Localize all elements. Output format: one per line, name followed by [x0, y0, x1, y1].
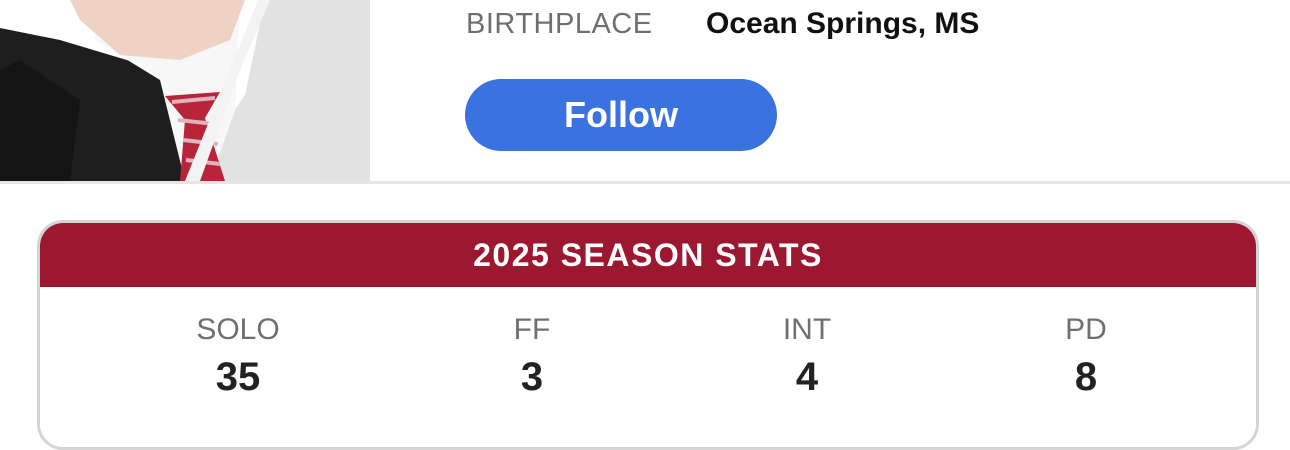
- stat-label: INT: [782, 313, 832, 346]
- stat-pd: PD 8: [986, 309, 1186, 403]
- season-stats-row: SOLO 35 FF 3 INT 4 PD 8: [40, 287, 1256, 427]
- stat-solo: SOLO 35: [138, 309, 338, 403]
- player-profile-header: BIRTHPLACE Ocean Springs, MS Follow: [0, 0, 1290, 183]
- stat-value: 3: [520, 355, 544, 399]
- birthplace-row: BIRTHPLACE Ocean Springs, MS: [466, 2, 979, 46]
- player-photo: [0, 0, 370, 181]
- season-stats-card: 2025 SEASON STATS SOLO 35 FF 3 INT 4 PD …: [37, 220, 1259, 450]
- stat-value: 35: [215, 355, 261, 399]
- stat-label: SOLO: [196, 313, 280, 346]
- stat-ff: FF 3: [432, 309, 632, 403]
- follow-button[interactable]: Follow: [465, 79, 777, 151]
- stat-label: FF: [513, 313, 551, 346]
- stat-int: INT 4: [707, 309, 907, 403]
- section-divider: [0, 181, 1290, 184]
- birthplace-label: BIRTHPLACE: [466, 7, 653, 40]
- birthplace-value: Ocean Springs, MS: [706, 7, 980, 40]
- season-stats-title: 2025 SEASON STATS: [40, 223, 1256, 287]
- stat-label: PD: [1065, 313, 1107, 346]
- stat-value: 8: [1074, 355, 1098, 399]
- stat-value: 4: [795, 355, 819, 399]
